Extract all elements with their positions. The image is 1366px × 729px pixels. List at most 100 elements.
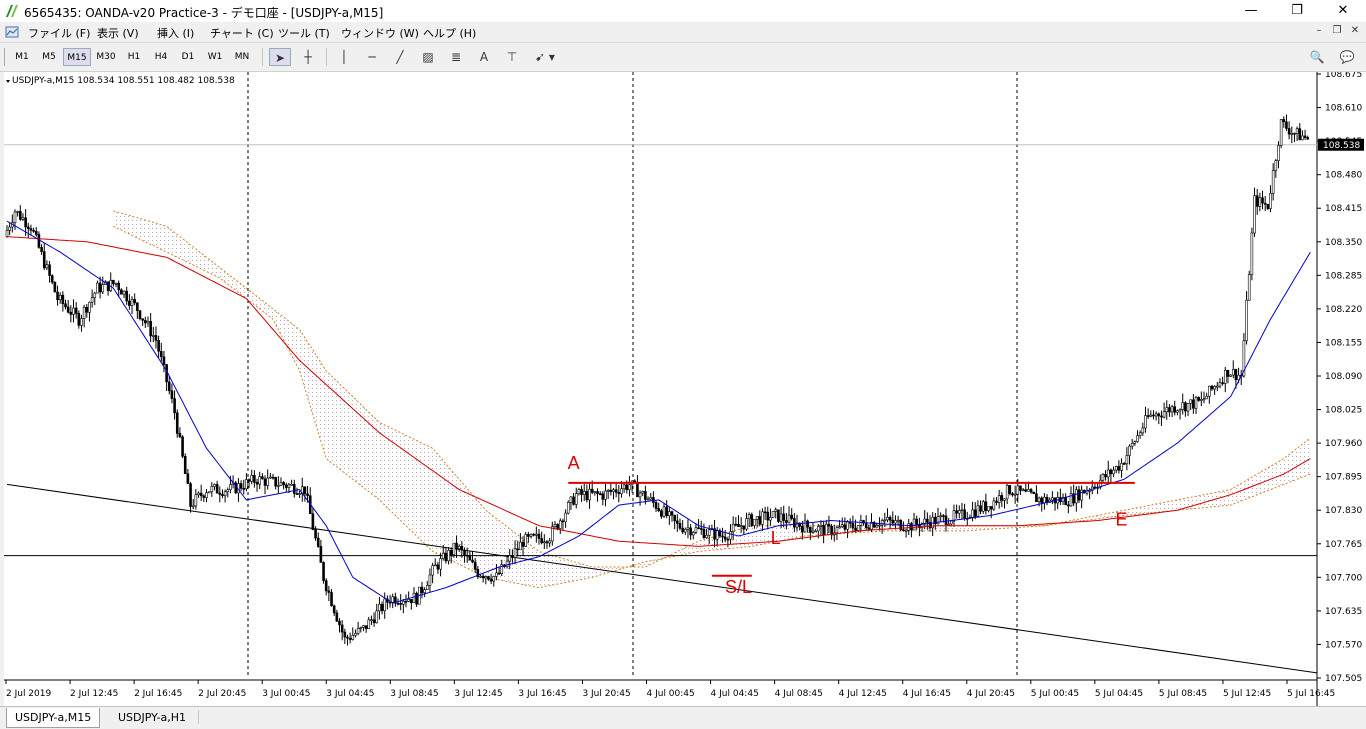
menu-window[interactable]: ウィンドウ (W)	[341, 25, 419, 41]
candle-body	[670, 511, 674, 516]
candle-body	[1120, 463, 1123, 471]
close-button[interactable]: ✕	[1320, 0, 1366, 22]
candle-body	[782, 513, 786, 521]
candle-body	[133, 299, 136, 304]
candle-body	[1261, 197, 1264, 204]
candle-body	[1077, 489, 1081, 501]
cursor-tool-icon[interactable]: ➤	[269, 48, 291, 66]
timeframe-d1-button[interactable]: D1	[175, 48, 201, 66]
candle-body	[463, 549, 466, 556]
candle-body	[215, 484, 219, 494]
candle-body	[529, 533, 533, 537]
candle-body	[399, 602, 402, 605]
candle-body	[1146, 415, 1150, 417]
candle-body	[766, 511, 770, 521]
timeframe-m15-button[interactable]: M15	[63, 48, 91, 66]
equidistant-channel-tool-icon[interactable]: ▨	[417, 48, 439, 66]
trendline-tool-icon[interactable]: ╱	[389, 48, 411, 66]
menu-help[interactable]: ヘルプ (H)	[423, 25, 476, 41]
candle-body	[319, 546, 323, 563]
candle-body	[1287, 128, 1291, 135]
candle-body	[61, 294, 65, 305]
chat-icon[interactable]: 💬	[1336, 48, 1358, 66]
timeframe-h4-button[interactable]: H4	[148, 48, 174, 66]
price-tick-label: 107.570	[1325, 640, 1362, 650]
price-tick-label: 108.220	[1325, 305, 1362, 315]
timeframe-h1-button[interactable]: H1	[121, 48, 147, 66]
candle-body	[383, 598, 387, 612]
candle-body	[391, 596, 395, 603]
candle-body	[537, 533, 541, 539]
mdi-close-button[interactable]: ✕	[1348, 25, 1362, 36]
candle-body	[771, 511, 775, 518]
mdi-minimize-button[interactable]: –	[1312, 25, 1326, 36]
price-tick-label: 107.960	[1325, 439, 1362, 449]
candle-body	[1210, 385, 1214, 390]
candle-body	[963, 509, 966, 519]
search-icon[interactable]: 🔍	[1306, 48, 1328, 66]
candle-body	[1301, 135, 1304, 141]
time-tick-label: 3 Jul 04:45	[326, 689, 374, 699]
timeframe-m30-button[interactable]: M30	[92, 48, 120, 66]
candle-body	[1005, 485, 1009, 500]
vertical-line-tool-icon[interactable]: │	[333, 48, 355, 66]
menu-file[interactable]: ファイル (F)	[28, 25, 90, 41]
chart-area[interactable]: ALS/LE108.675108.610108.545108.480108.41…	[4, 72, 1366, 706]
candle-body	[367, 619, 371, 629]
candle-body	[864, 522, 868, 529]
candle-body	[117, 282, 121, 291]
menu-tools[interactable]: ツール (T)	[278, 25, 330, 41]
candle-body	[255, 482, 259, 485]
candle-body	[1170, 406, 1174, 413]
candle-body	[364, 625, 368, 629]
text-tool-icon[interactable]: A	[473, 48, 495, 66]
candle-body	[668, 511, 671, 516]
horizontal-line-tool-icon[interactable]: ─	[361, 48, 383, 66]
candle-body	[726, 538, 730, 541]
candle-body	[396, 602, 400, 605]
menu-insert[interactable]: 挿入 (I)	[157, 25, 194, 41]
maximize-button[interactable]: ❐	[1274, 0, 1320, 22]
candle-body	[811, 530, 815, 533]
candle-body	[513, 548, 517, 558]
candle-body	[277, 485, 280, 487]
minimize-button[interactable]: —	[1228, 0, 1274, 22]
candle-body	[588, 488, 591, 501]
price-chart[interactable]: ALS/LE108.675108.610108.545108.480108.41…	[4, 72, 1366, 706]
candle-body	[878, 524, 881, 527]
timeframe-m5-button[interactable]: M5	[36, 48, 62, 66]
candle-body	[402, 600, 405, 605]
candle-body	[1154, 413, 1158, 417]
candle-body	[415, 592, 418, 605]
tab-usdjpy-m15[interactable]: USDJPY-a,M15	[6, 708, 101, 728]
candle-body	[487, 576, 490, 580]
candle-body	[213, 484, 216, 487]
candle-body	[1104, 473, 1107, 478]
chart-window-icon[interactable]	[5, 25, 19, 39]
candle-body	[1279, 119, 1283, 146]
time-tick-label: 2 Jul 2019	[6, 689, 51, 699]
fibonacci-tool-icon[interactable]: ≣	[445, 48, 467, 66]
timeframe-w1-button[interactable]: W1	[202, 48, 228, 66]
text-label-tool-icon[interactable]: ⊤	[501, 48, 523, 66]
candle-body	[48, 264, 51, 276]
menu-view[interactable]: 表示 (V)	[97, 25, 139, 41]
tab-usdjpy-h1[interactable]: USDJPY-a,H1	[110, 708, 194, 727]
crosshair-tool-icon[interactable]: ┼	[297, 48, 319, 66]
candle-body	[574, 493, 578, 505]
mdi-restore-button[interactable]: ❐	[1330, 25, 1344, 36]
window-title: 6565435: OANDA-v20 Practice-3 - デモ口座 - […	[24, 6, 384, 20]
candle-body	[410, 599, 413, 604]
candle-body	[665, 506, 668, 516]
candle-body	[447, 549, 450, 562]
timeframe-mn-button[interactable]: MN	[229, 48, 255, 66]
timeframe-m1-button[interactable]: M1	[9, 48, 35, 66]
menu-chart[interactable]: チャート (C)	[210, 25, 274, 41]
candle-body	[1176, 410, 1179, 413]
candle-body	[620, 488, 623, 495]
candle-body	[1274, 160, 1278, 171]
candle-body	[896, 519, 900, 522]
time-tick-label: 3 Jul 00:45	[262, 689, 310, 699]
candle-body	[53, 281, 57, 293]
arrows-dropdown-icon[interactable]: ➹ ▾	[529, 48, 561, 66]
